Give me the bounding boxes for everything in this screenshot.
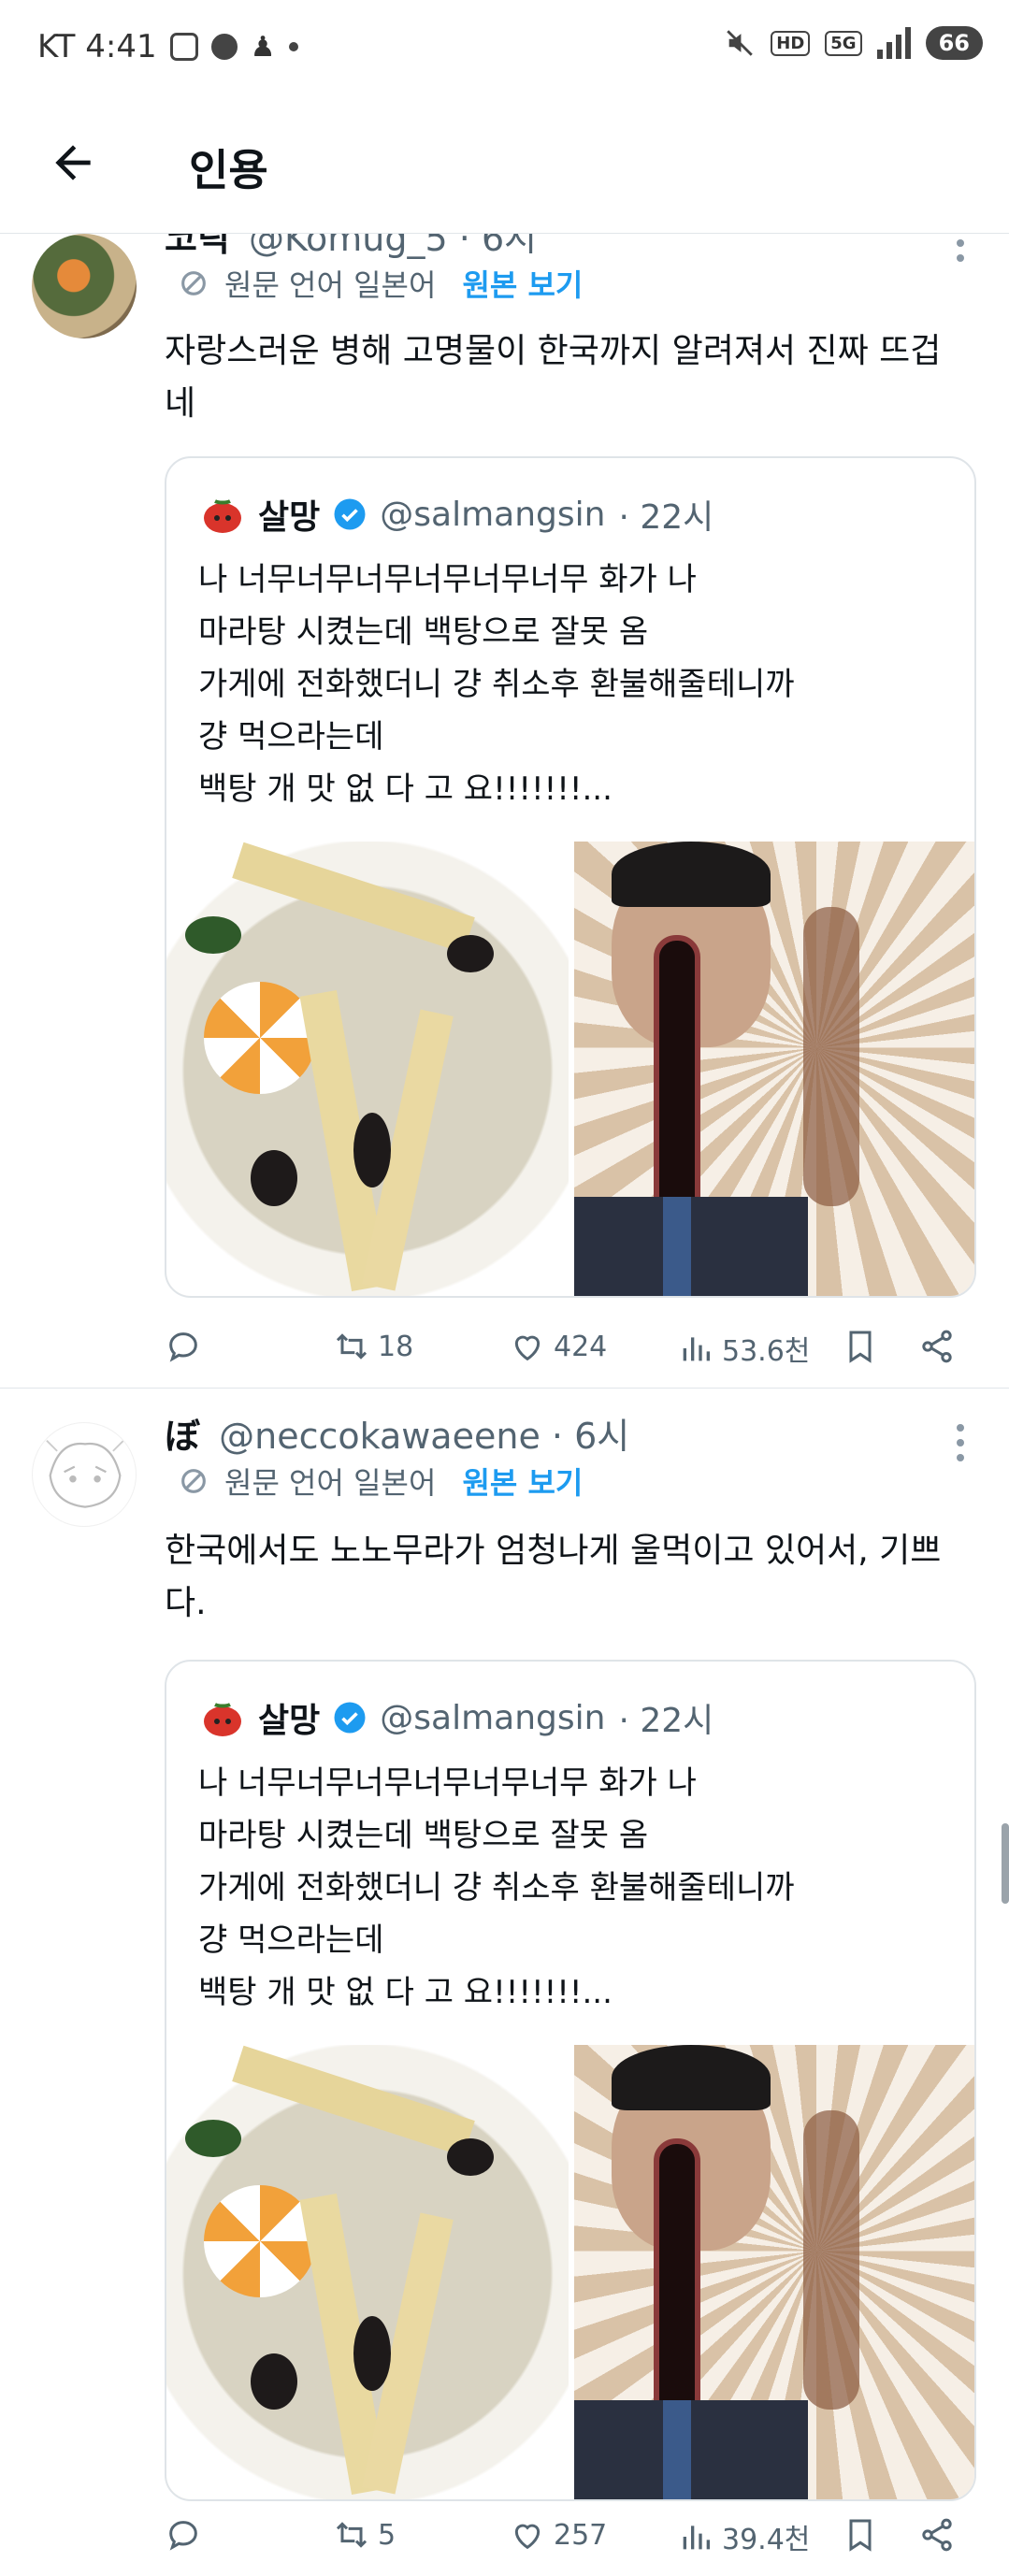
verified-badge-icon [334, 498, 366, 530]
quoted-text-line: 백탕 개 맛 없 다 고 요!!!!!!!... [198, 770, 613, 808]
retweet-icon [336, 1333, 368, 1360]
tweet-text: 자랑스러운 병해 고명물이 한국까지 알려져서 진짜 뜨겁네 [165, 332, 942, 423]
tweet[interactable]: ぼ @neccokawaeene · 6시 원문 언어 일본어 원본 보기 한국… [0, 1389, 1009, 2576]
signal-icon [876, 27, 911, 59]
tweet-actions: 5 257 39.4천 [165, 2516, 969, 2572]
translate-icon [181, 1469, 206, 1493]
avatar[interactable] [32, 234, 137, 338]
quoted-text-line: 가게에 전화했더니 걍 취소후 환불해줄테니까 [198, 1869, 795, 1907]
quoted-avatar-icon [204, 499, 241, 533]
food-photo[interactable] [166, 2045, 569, 2499]
hd-badge: HD [771, 30, 811, 56]
share-icon [922, 2518, 952, 2552]
like-button[interactable]: 424 [509, 1328, 607, 1365]
avatar[interactable] [32, 1422, 137, 1527]
app-icon [210, 34, 238, 60]
quoted-text-line: 나 너무너무너무너무너무너무 화가 나 [198, 1764, 697, 1802]
reaction-photo[interactable] [574, 842, 974, 1296]
reply-icon [169, 2521, 197, 2551]
handle[interactable]: @neccokawaeene [219, 1416, 541, 1457]
quoted-display-name[interactable]: 살망 [258, 490, 320, 539]
translation-label: 원문 언어 일본어 [224, 267, 437, 303]
quoted-tweet[interactable]: 살망 @salmangsin · 22시 나 너무너무너무너무너무너무 화가 나… [165, 456, 976, 1298]
quoted-handle[interactable]: @salmangsin [380, 1699, 605, 1737]
back-arrow-icon[interactable] [45, 137, 101, 189]
battery-indicator: 66 [925, 26, 983, 60]
quoted-text: 나 너무너무너무너무너무너무 화가 나 마라탕 시켰는데 백탕으로 잘못 옴 가… [198, 554, 946, 815]
game-icon: ♟ [250, 30, 276, 64]
notification-dot-icon [288, 42, 298, 51]
scrollbar-thumb[interactable] [1002, 1823, 1009, 1904]
show-original-link[interactable]: 원본 보기 [462, 1460, 583, 1503]
quoted-timestamp: · 22시 [618, 498, 714, 537]
views-button[interactable]: 53.6천 [677, 1328, 810, 1369]
share-button[interactable] [918, 2516, 956, 2554]
page-title: 인용 [189, 145, 268, 195]
views-count: 53.6천 [722, 1335, 811, 1368]
translate-icon [181, 271, 206, 295]
more-options-icon[interactable] [957, 1424, 966, 1461]
share-button[interactable] [918, 1328, 956, 1365]
heart-icon [514, 2524, 541, 2550]
quoted-handle[interactable]: @salmangsin [380, 496, 605, 534]
quoted-tweet[interactable]: 살망 @salmangsin · 22시 나 너무너무너무너무너무너무 화가 나… [165, 1660, 976, 2501]
tweet-author-line[interactable]: ぼ @neccokawaeene · 6시 [165, 1407, 629, 1459]
mute-icon [727, 30, 754, 56]
food-photo[interactable] [166, 842, 569, 1296]
views-chart-icon [683, 1337, 710, 1361]
quoted-text-line: 걍 먹으라는데 [198, 1921, 384, 1959]
top-app-bar: 인용 [0, 94, 1009, 234]
retweet-count: 5 [378, 2518, 396, 2552]
display-name[interactable]: ぼ [165, 1416, 200, 1457]
quoted-timestamp: · 22시 [618, 1702, 714, 1740]
status-bar: KT 4:41 ♟ HD 5G 66 [0, 0, 1009, 94]
share-icon [922, 1330, 952, 1363]
quoted-text-line: 백탕 개 맛 없 다 고 요!!!!!!!... [198, 1974, 613, 2011]
views-count: 39.4천 [722, 2524, 811, 2556]
translation-row: 원문 언어 일본어 원본 보기 [178, 262, 583, 305]
reply-button[interactable] [165, 1328, 202, 1365]
reply-button[interactable] [165, 2516, 202, 2554]
screenshot-icon [169, 33, 198, 61]
quoted-text-line: 나 너무너무너무너무너무너무 화가 나 [198, 561, 697, 598]
translation-row: 원문 언어 일본어 원본 보기 [178, 1460, 583, 1503]
show-original-link[interactable]: 원본 보기 [462, 262, 583, 305]
tweet-text: 한국에서도 노노무라가 엄청나게 울먹이고 있어서, 기쁘다. [165, 1532, 942, 1622]
quoted-avatar-icon [204, 1703, 241, 1736]
timestamp: · 6시 [551, 1416, 630, 1457]
views-chart-icon [683, 2526, 710, 2550]
bookmark-button[interactable] [842, 2516, 879, 2554]
views-button[interactable]: 39.4천 [677, 2516, 810, 2557]
quoted-media[interactable] [166, 842, 974, 1296]
quoted-media[interactable] [166, 2045, 974, 2499]
bookmark-icon [849, 1331, 872, 1363]
bookmark-button[interactable] [842, 1328, 879, 1365]
like-count: 257 [554, 2518, 608, 2552]
quoted-text-line: 가게에 전화했더니 걍 취소후 환불해줄테니까 [198, 666, 795, 703]
retweet-button[interactable]: 18 [333, 1328, 413, 1365]
sketch-avatar-icon [46, 1440, 124, 1508]
retweet-count: 18 [378, 1330, 414, 1363]
like-button[interactable]: 257 [509, 2516, 607, 2554]
quoted-text: 나 너무너무너무너무너무너무 화가 나 마라탕 시켰는데 백탕으로 잘못 옴 가… [198, 1757, 946, 2019]
tweet-actions: 18 424 53.6천 [165, 1328, 969, 1384]
quoted-text-line: 걍 먹으라는데 [198, 718, 384, 756]
heart-icon [514, 1335, 541, 1361]
verified-badge-icon [334, 1702, 366, 1734]
retweet-button[interactable]: 5 [333, 2516, 396, 2554]
bookmark-icon [849, 2519, 872, 2552]
reply-icon [169, 1332, 197, 1362]
quoted-text-line: 마라탕 시켰는데 백탕으로 잘못 옴 [198, 1817, 649, 1854]
reaction-photo[interactable] [574, 2045, 974, 2499]
tweet[interactable]: 코틱 @Komug_5 · 6시 원문 언어 일본어 원본 보기 자랑스러운 병… [0, 234, 1009, 1388]
like-count: 424 [554, 1330, 608, 1363]
translation-label: 원문 언어 일본어 [224, 1465, 437, 1501]
quoted-text-line: 마라탕 시켰는데 백탕으로 잘못 옴 [198, 613, 649, 651]
quoted-display-name[interactable]: 살망 [258, 1693, 320, 1742]
retweet-icon [336, 2522, 368, 2548]
5g-badge: 5G [825, 30, 862, 56]
status-time: KT 4:41 [37, 28, 157, 65]
